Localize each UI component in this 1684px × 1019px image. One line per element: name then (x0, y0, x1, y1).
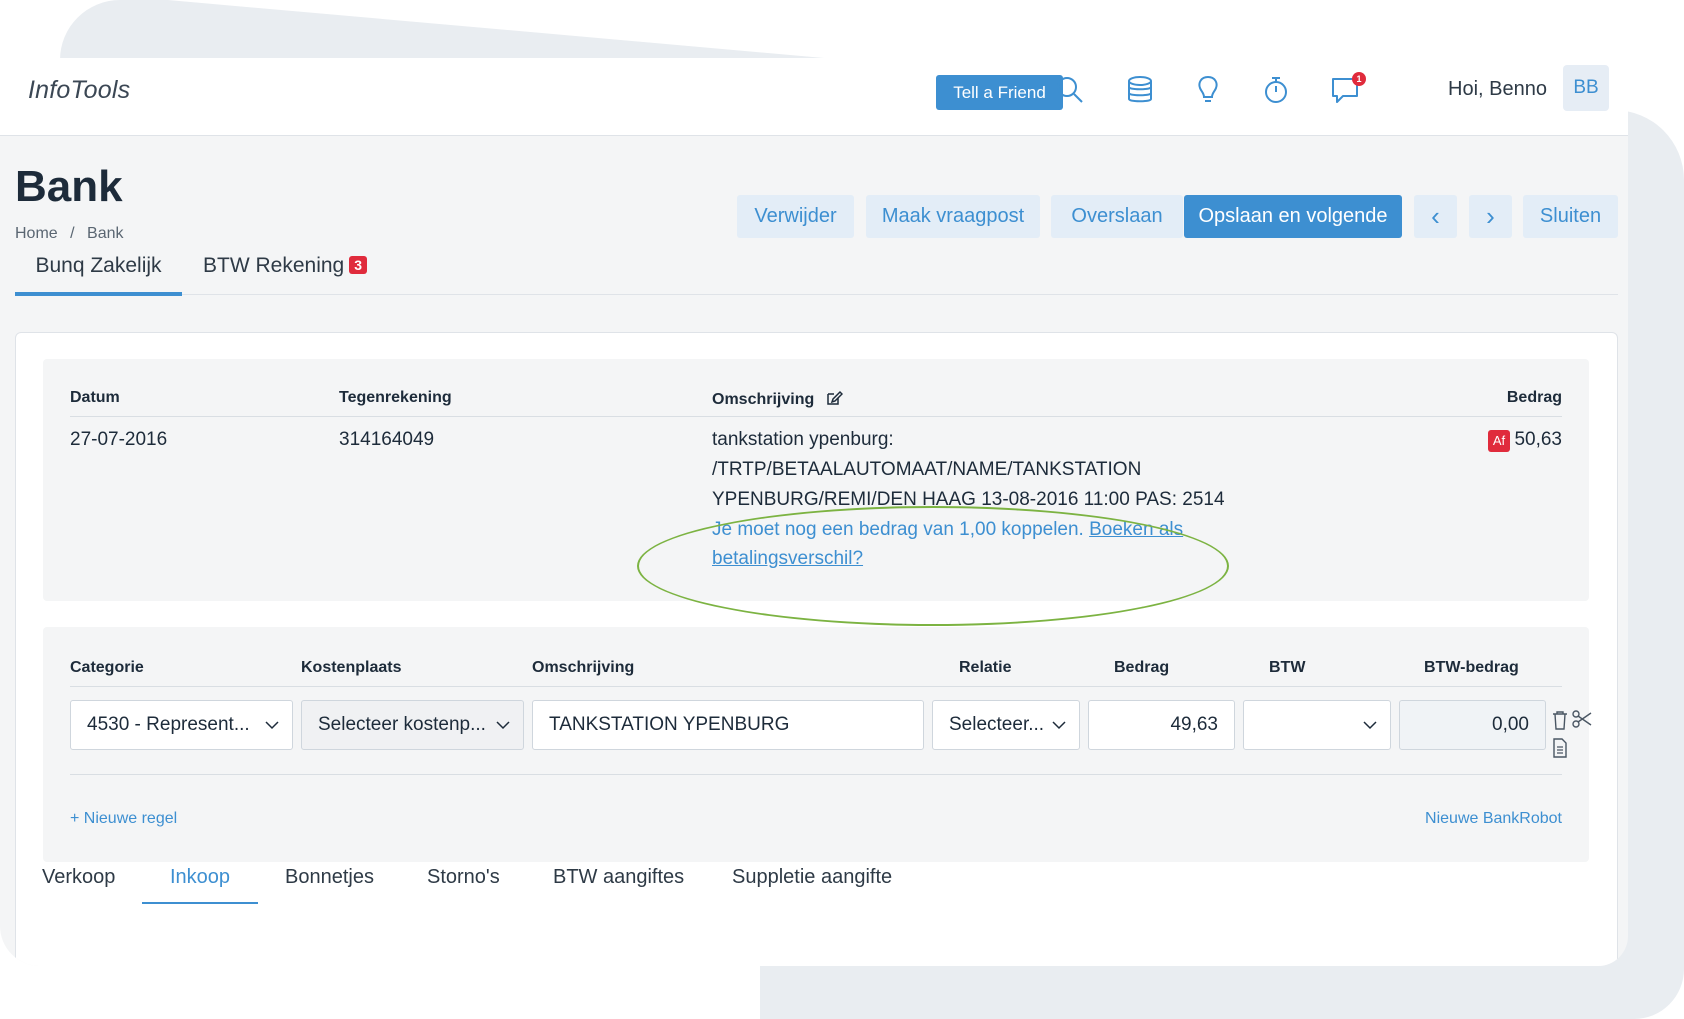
description-header: Omschrijving (712, 389, 843, 412)
counter-account-header: Tegenrekening (339, 389, 452, 406)
new-line-link[interactable]: + Nieuwe regel (70, 810, 177, 828)
category-value: 4530 - Represent... (87, 714, 250, 735)
tab-bonnetjes[interactable]: Bonnetjes (285, 866, 374, 889)
amount-header: Bedrag (1114, 659, 1170, 676)
tab-label: Bunq Zakelijk (35, 254, 162, 277)
save-and-next-button[interactable]: Opslaan en volgende (1184, 195, 1402, 238)
stopwatch-icon[interactable] (1258, 72, 1294, 108)
vat-select[interactable] (1243, 700, 1391, 750)
category-select[interactable]: 4530 - Represent... (70, 700, 293, 750)
delete-button[interactable]: Verwijder (737, 195, 854, 238)
transaction-amount: 50,63 (1514, 429, 1562, 450)
chevron-down-icon (1051, 701, 1067, 749)
vat-header: BTW (1269, 659, 1306, 676)
date-header: Datum (70, 389, 120, 406)
relation-select[interactable]: Selecteer... (932, 700, 1080, 750)
search-icon[interactable] (1052, 72, 1088, 108)
trash-icon[interactable] (1552, 710, 1568, 735)
tell-a-friend-button[interactable]: Tell a Friend (936, 75, 1063, 110)
description-header: Omschrijving (532, 659, 635, 676)
count-badge: 3 (349, 256, 368, 274)
breadcrumb: Home / Bank (15, 225, 132, 243)
next-button[interactable]: › (1469, 195, 1512, 238)
relation-value: Selecteer... (949, 714, 1045, 735)
new-bankrobot-link[interactable]: Nieuwe BankRobot (1425, 810, 1562, 828)
brand-logo[interactable]: InfoTools (28, 76, 130, 105)
amount-header: Bedrag (1506, 389, 1562, 406)
tab-inkoop[interactable]: Inkoop (142, 866, 258, 904)
chevron-down-icon (264, 701, 280, 749)
question-post-button[interactable]: Maak vraagpost (866, 195, 1040, 238)
tab-stornos[interactable]: Storno's (427, 866, 500, 889)
database-icon[interactable] (1122, 72, 1158, 108)
lightbulb-icon[interactable] (1190, 72, 1226, 108)
tab-btw-rekening[interactable]: BTW Rekening 3 (203, 254, 368, 292)
description-line: /TRTP/BETAALAUTOMAAT/NAME/TANKSTATION (712, 459, 1142, 480)
notification-badge: 1 (1352, 72, 1366, 86)
counter-account: 314164049 (339, 429, 435, 450)
description-line: tankstation ypenburg: (712, 429, 894, 450)
description-input[interactable]: TANKSTATION YPENBURG (532, 700, 924, 750)
avatar[interactable]: BB (1563, 65, 1609, 111)
description-header-label: Omschrijving (712, 391, 815, 408)
divider (70, 686, 1562, 687)
tab-verkoop[interactable]: Verkoop (42, 866, 115, 889)
account-tabs: Bunq Zakelijk BTW Rekening 3 (15, 254, 1618, 296)
breadcrumb-home[interactable]: Home (15, 225, 58, 242)
vat-amount-header: BTW-bedrag (1424, 659, 1519, 676)
page-title: Bank (15, 162, 123, 211)
skip-button[interactable]: Overslaan (1051, 195, 1183, 238)
divider (70, 416, 1562, 417)
close-button[interactable]: Sluiten (1523, 195, 1618, 238)
booking-panel: Categorie Kostenplaats Omschrijving Rela… (43, 627, 1592, 862)
divider (70, 774, 1562, 775)
breadcrumb-current: Bank (87, 225, 124, 242)
category-header: Categorie (70, 659, 144, 676)
vat-amount-field: 0,00 (1399, 700, 1546, 750)
transaction-date: 27-07-2016 (70, 429, 168, 450)
top-navigation-bar: InfoTools Tell a Friend 1 Hoi, Benno BB (0, 58, 1628, 136)
tab-suppletie-aangifte[interactable]: Suppletie aangifte (732, 866, 892, 889)
highlight-annotation (637, 506, 1229, 626)
breadcrumb-separator: / (70, 225, 75, 242)
cost-center-select[interactable]: Selecteer kostenp... (301, 700, 524, 750)
chevron-down-icon (495, 701, 511, 749)
edit-icon[interactable] (825, 389, 843, 412)
amount-input[interactable]: 49,63 (1088, 700, 1235, 750)
tab-btw-aangiftes[interactable]: BTW aangiftes (553, 866, 684, 889)
scissors-icon[interactable] (1572, 709, 1592, 734)
chevron-down-icon (1362, 701, 1378, 749)
tab-bunq-zakelijk[interactable]: Bunq Zakelijk (15, 254, 182, 296)
cost-center-value: Selecteer kostenp... (318, 714, 486, 735)
cost-center-header: Kostenplaats (301, 659, 402, 676)
tab-label: BTW Rekening (203, 254, 345, 277)
user-greeting: Hoi, Benno (1448, 78, 1547, 100)
document-icon[interactable] (1552, 738, 1568, 763)
chat-icon[interactable]: 1 (1328, 72, 1366, 108)
debit-badge: Af (1488, 430, 1510, 452)
relation-header: Relatie (959, 659, 1012, 676)
previous-button[interactable]: ‹ (1414, 195, 1457, 238)
